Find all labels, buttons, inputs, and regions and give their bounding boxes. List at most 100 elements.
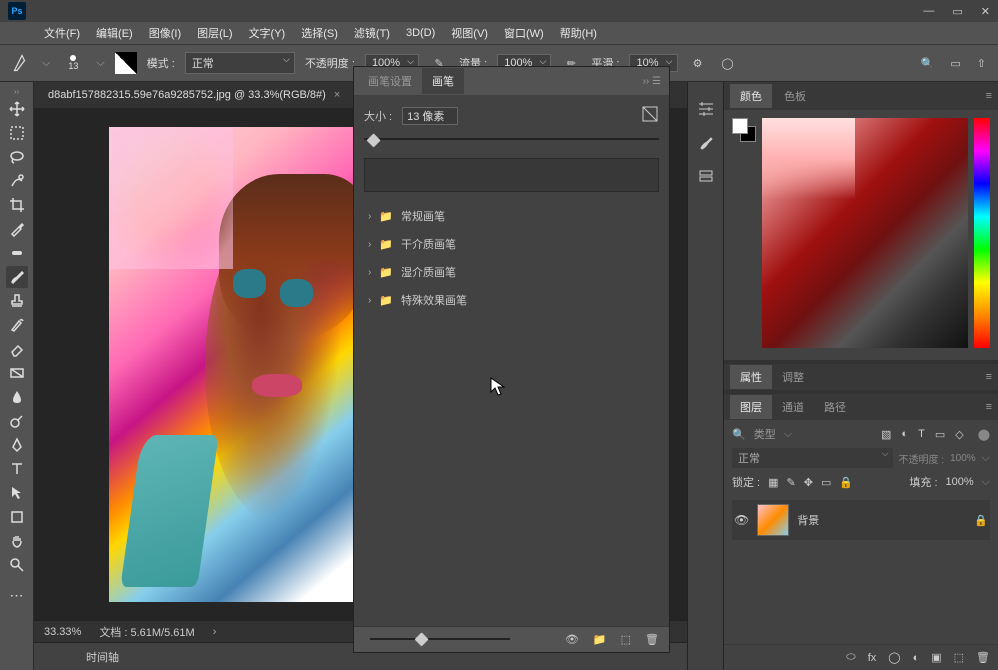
- layers-panel-menu[interactable]: ≡: [986, 401, 992, 413]
- pen-tool[interactable]: [6, 434, 28, 456]
- fx-icon[interactable]: fx: [868, 652, 877, 664]
- menu-image[interactable]: 图像(I): [143, 23, 187, 43]
- crop-tool[interactable]: [6, 194, 28, 216]
- type-tool[interactable]: [6, 458, 28, 480]
- marquee-tool[interactable]: [6, 122, 28, 144]
- minimize-button[interactable]: —: [923, 5, 934, 18]
- tab-channels[interactable]: 通道: [772, 395, 814, 419]
- mode-dropdown[interactable]: 正常: [185, 52, 295, 74]
- brush-folder-0[interactable]: ›📁常规画笔: [364, 202, 659, 230]
- prop-panel-menu[interactable]: ≡: [986, 371, 992, 383]
- brushes-icon[interactable]: [696, 134, 716, 152]
- brush-delete-icon[interactable]: 🗑: [645, 633, 659, 646]
- history-brush-tool[interactable]: [6, 314, 28, 336]
- menu-window[interactable]: 窗口(W): [498, 23, 550, 43]
- brush-settings-icon[interactable]: [696, 100, 716, 118]
- tablet-icon[interactable]: ◯: [718, 53, 738, 73]
- smooth-options-icon[interactable]: ⚙: [688, 53, 708, 73]
- filter-search-icon[interactable]: 🔍: [732, 428, 746, 441]
- brush-folder-2[interactable]: ›📁湿介质画笔: [364, 258, 659, 286]
- search-icon[interactable]: 🔍: [921, 57, 935, 70]
- quick-select-tool[interactable]: [6, 170, 28, 192]
- close-button[interactable]: ✕: [981, 5, 990, 18]
- gradient-tool[interactable]: [6, 362, 28, 384]
- document-close[interactable]: ×: [334, 89, 340, 101]
- layer-opacity-value[interactable]: 100%: [950, 453, 976, 464]
- group-icon[interactable]: ▣: [931, 651, 941, 664]
- layer-background[interactable]: 👁 背景 🔒: [732, 500, 990, 540]
- fg-color-swatch[interactable]: [732, 118, 748, 134]
- brush-folder-icon[interactable]: 📁: [593, 633, 607, 646]
- zoom-tool[interactable]: [6, 554, 28, 576]
- new-layer-icon[interactable]: ⬚: [954, 651, 964, 664]
- brush-preview-slider[interactable]: [370, 633, 510, 647]
- menu-3d[interactable]: 3D(D): [400, 25, 441, 41]
- brush-folder-3[interactable]: ›📁特殊效果画笔: [364, 286, 659, 314]
- fill-value[interactable]: 100%: [946, 476, 974, 488]
- delete-layer-icon[interactable]: 🗑: [976, 651, 990, 664]
- fg-bg-swatches[interactable]: [732, 118, 756, 142]
- hand-tool[interactable]: [6, 530, 28, 552]
- filter-smart-icon[interactable]: ◇: [955, 428, 963, 441]
- dodge-tool[interactable]: [6, 410, 28, 432]
- tool-preset-dropdown[interactable]: ⌵: [42, 57, 50, 70]
- lasso-tool[interactable]: [6, 146, 28, 168]
- layer-thumbnail[interactable]: [757, 504, 789, 536]
- tab-paths[interactable]: 路径: [814, 395, 856, 419]
- color-field[interactable]: [762, 118, 968, 348]
- brush-mode-icon[interactable]: [115, 52, 137, 74]
- filter-type-icon[interactable]: T: [918, 428, 925, 441]
- menu-help[interactable]: 帮助(H): [554, 23, 603, 43]
- edit-toolbar[interactable]: ⋯: [6, 584, 28, 606]
- eraser-tool[interactable]: [6, 338, 28, 360]
- move-tool[interactable]: [6, 98, 28, 120]
- link-layers-icon[interactable]: ⬭: [846, 651, 855, 664]
- tab-adjust[interactable]: 调整: [772, 365, 814, 389]
- menu-text[interactable]: 文字(Y): [243, 23, 292, 43]
- brush-tool[interactable]: [6, 266, 28, 288]
- mask-icon[interactable]: ◯: [888, 651, 900, 664]
- tab-properties[interactable]: 属性: [730, 365, 772, 389]
- menu-layer[interactable]: 图层(L): [191, 23, 238, 43]
- filter-type-label[interactable]: 类型: [754, 426, 776, 442]
- path-select-tool[interactable]: [6, 482, 28, 504]
- lock-artboard-icon[interactable]: ▭: [821, 476, 831, 489]
- blur-tool[interactable]: [6, 386, 28, 408]
- tab-layers[interactable]: 图层: [730, 395, 772, 419]
- filter-adjust-icon[interactable]: ◐: [901, 428, 908, 441]
- lock-all-icon[interactable]: 🔒: [839, 476, 853, 489]
- brush-flip-icon[interactable]: [641, 105, 659, 126]
- menu-edit[interactable]: 编辑(E): [90, 23, 139, 43]
- doc-info[interactable]: 文档 : 5.61M/5.61M: [99, 624, 194, 640]
- tab-color[interactable]: 颜色: [730, 84, 772, 108]
- hue-slider[interactable]: [974, 118, 990, 348]
- menu-file[interactable]: 文件(F): [38, 23, 86, 43]
- maximize-button[interactable]: ▭: [952, 5, 962, 18]
- brush-preview-toggle[interactable]: 👁: [565, 633, 579, 646]
- eyedropper-tool[interactable]: [6, 218, 28, 240]
- status-expand[interactable]: ›: [213, 626, 217, 638]
- heal-tool[interactable]: [6, 242, 28, 264]
- stamp-tool[interactable]: [6, 290, 28, 312]
- zoom-level[interactable]: 33.33%: [44, 626, 81, 638]
- tab-brushes[interactable]: 画笔: [422, 68, 464, 94]
- brush-new-icon[interactable]: ⬚: [621, 633, 631, 646]
- layer-name[interactable]: 背景: [797, 512, 819, 528]
- brush-size-slider[interactable]: [364, 134, 659, 148]
- current-tool-icon[interactable]: [12, 53, 32, 73]
- menu-view[interactable]: 视图(V): [445, 23, 494, 43]
- filter-toggle[interactable]: ⬤: [978, 428, 990, 441]
- panel-collapse[interactable]: ›› ☰: [643, 76, 661, 87]
- color-panel-menu[interactable]: ≡: [986, 90, 992, 102]
- tab-brush-settings[interactable]: 画笔设置: [358, 68, 422, 94]
- artwork-canvas[interactable]: [109, 127, 384, 602]
- brush-preview[interactable]: 13: [60, 50, 86, 76]
- shape-tool[interactable]: [6, 506, 28, 528]
- brush-preset-dropdown[interactable]: ⌵: [96, 57, 104, 70]
- blend-mode-dropdown[interactable]: 正常: [732, 448, 893, 468]
- menu-filter[interactable]: 滤镜(T): [348, 23, 396, 43]
- filter-pixel-icon[interactable]: ▧: [881, 428, 891, 441]
- adjustment-icon[interactable]: ◐: [913, 652, 920, 664]
- lock-position-icon[interactable]: ✥: [804, 476, 813, 489]
- workspace-icon[interactable]: ▭: [950, 57, 960, 70]
